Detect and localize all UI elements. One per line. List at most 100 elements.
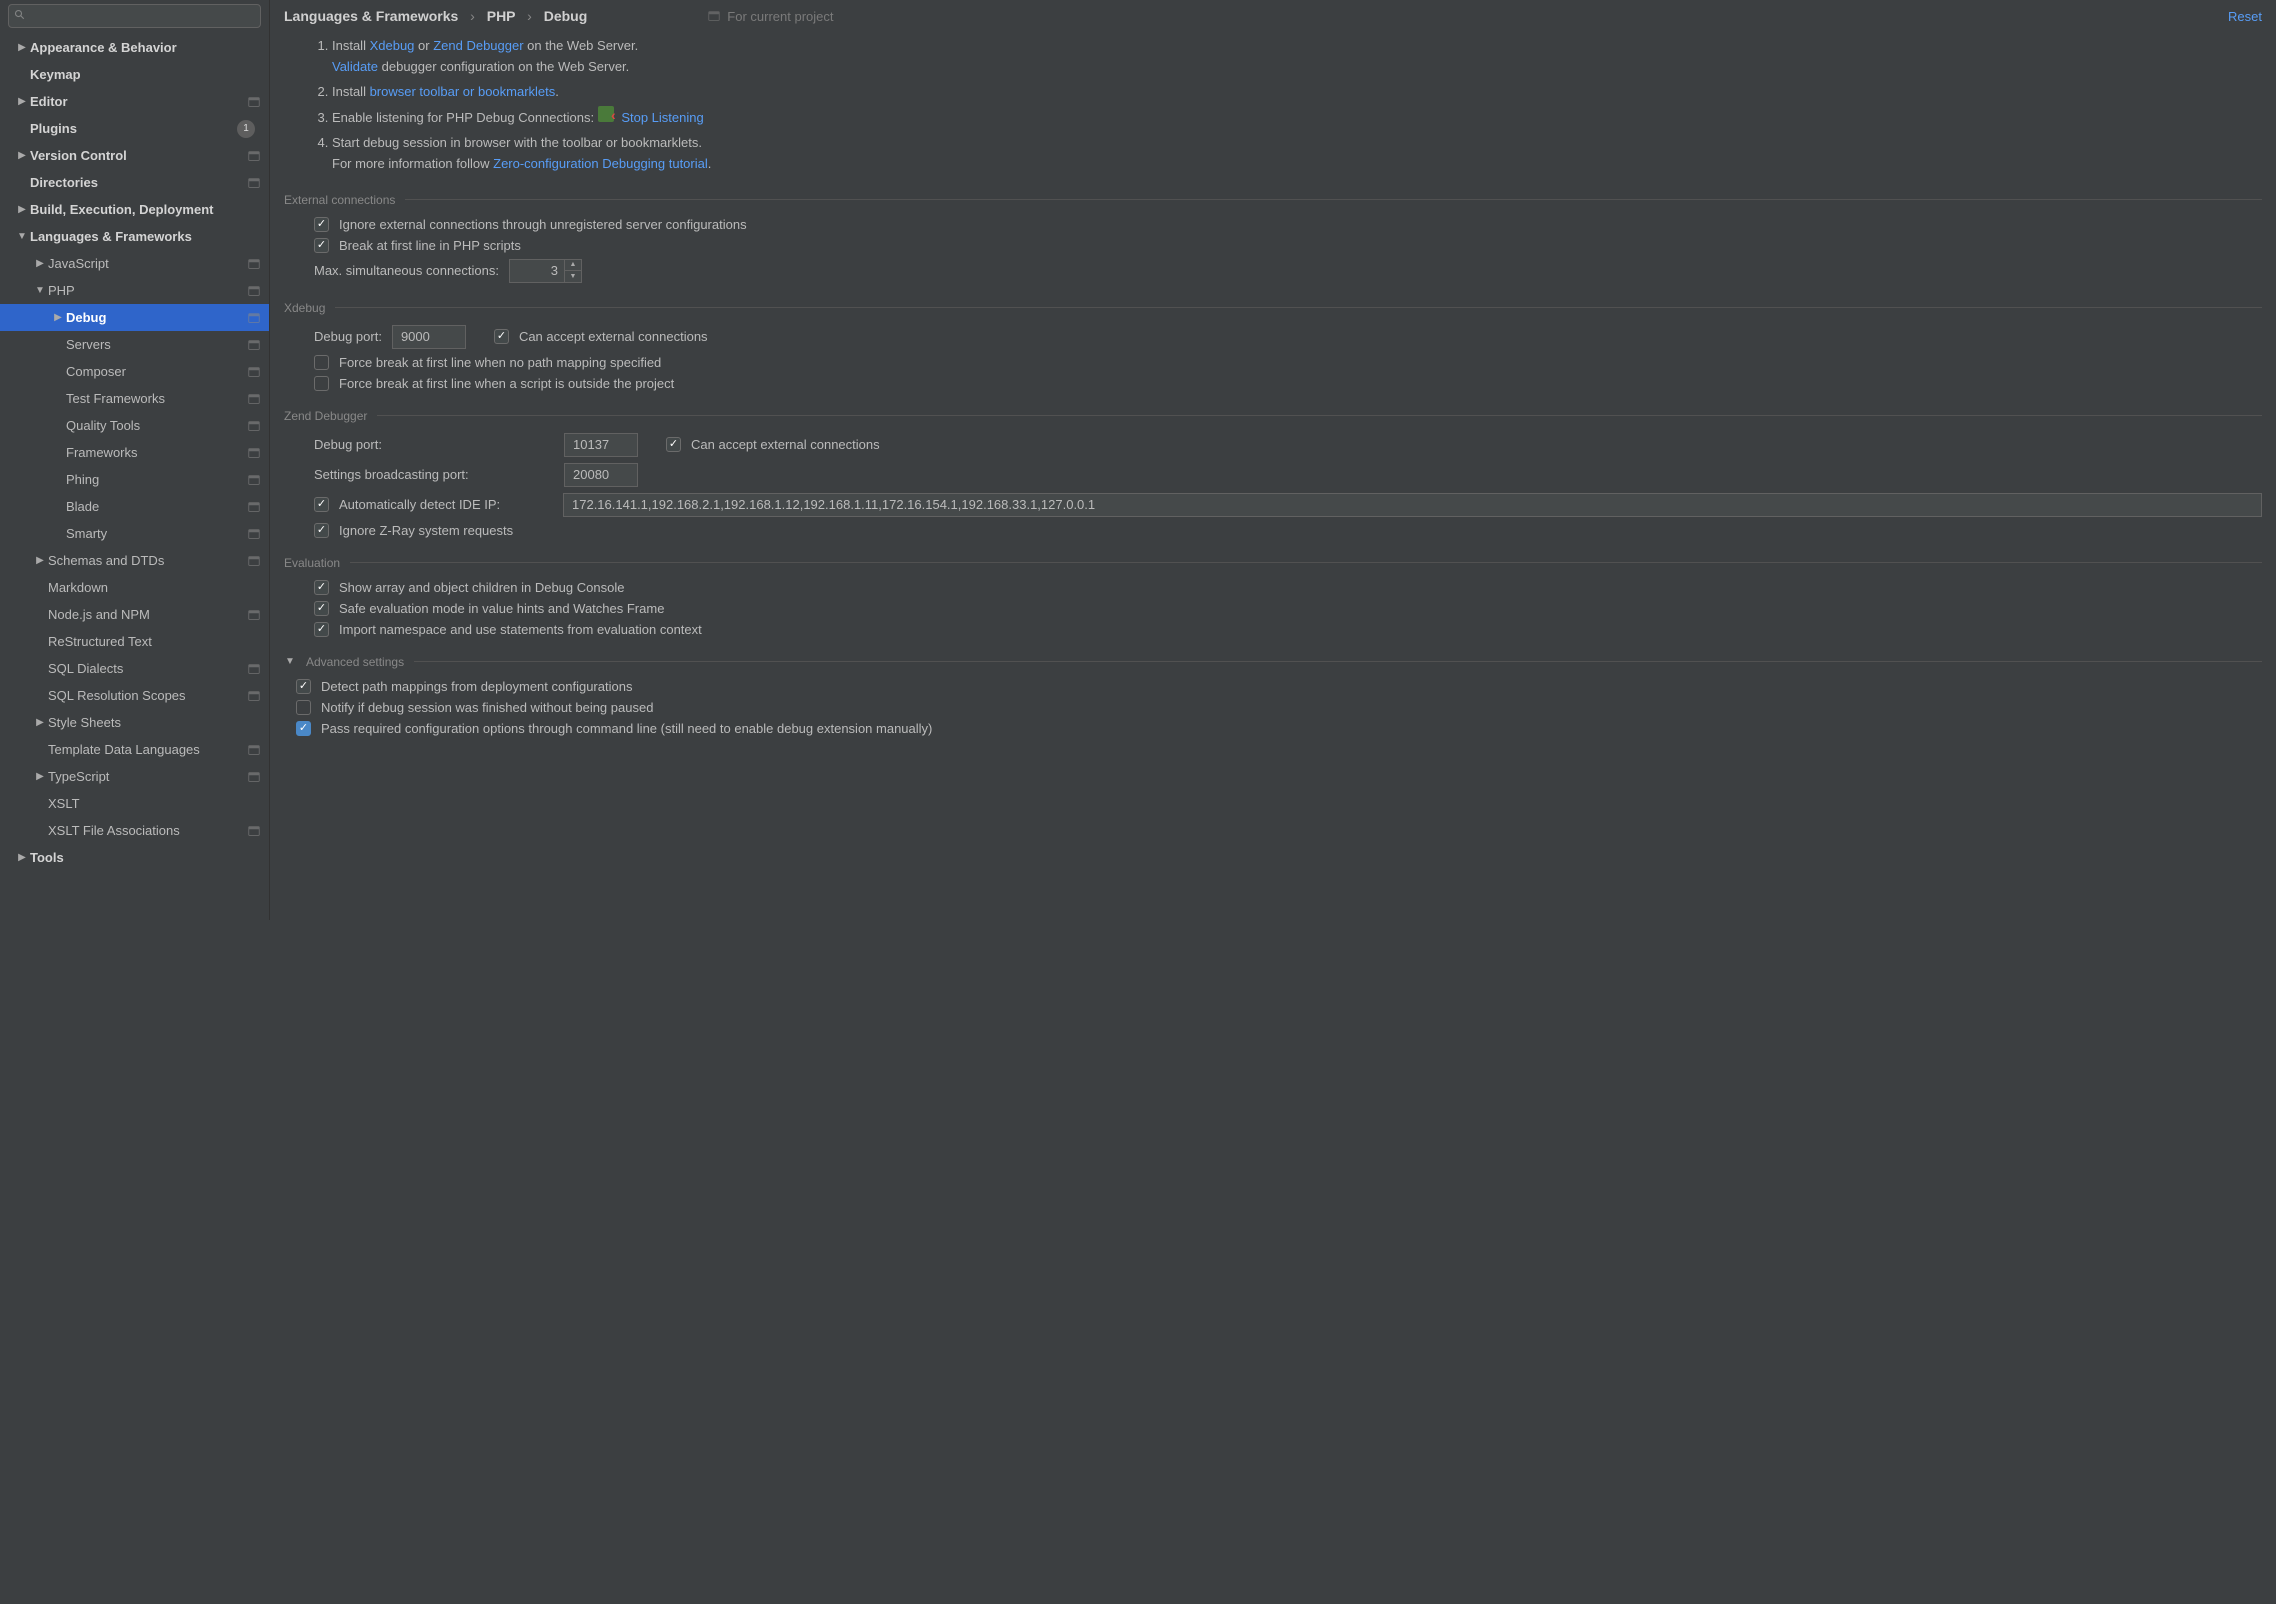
- tree-item-blade[interactable]: Blade: [0, 493, 269, 520]
- project-icon: [247, 824, 261, 838]
- tree-item-keymap[interactable]: Keymap: [0, 61, 269, 88]
- tree-item-editor[interactable]: ▶Editor: [0, 88, 269, 115]
- tree-item-appearance-behavior[interactable]: ▶Appearance & Behavior: [0, 34, 269, 61]
- stop-listening-link[interactable]: Stop Listening: [621, 110, 703, 125]
- input-max-conn[interactable]: [509, 259, 565, 283]
- crumb-sep-icon: ›: [462, 8, 483, 24]
- tree-item-tools[interactable]: ▶Tools: [0, 844, 269, 871]
- tree-item-debug[interactable]: ▶Debug: [0, 304, 269, 331]
- xdebug-link[interactable]: Xdebug: [370, 38, 415, 53]
- tree-label: Blade: [66, 499, 247, 514]
- input-bcast[interactable]: [564, 463, 638, 487]
- tree-item-schemas-and-dtds[interactable]: ▶Schemas and DTDs: [0, 547, 269, 574]
- cb-adv2[interactable]: [296, 700, 311, 715]
- tree-item-xslt[interactable]: XSLT: [0, 790, 269, 817]
- cb-eval1[interactable]: [314, 580, 329, 595]
- tree-item-languages-frameworks[interactable]: ▼Languages & Frameworks: [0, 223, 269, 250]
- crumb-1[interactable]: Languages & Frameworks: [284, 8, 458, 24]
- zend-link[interactable]: Zend Debugger: [433, 38, 523, 53]
- validate-link[interactable]: Validate: [332, 59, 378, 74]
- setup-steps: Install Xdebug or Zend Debugger on the W…: [284, 36, 2262, 175]
- lbl-adv1: Detect path mappings from deployment con…: [321, 679, 632, 694]
- lbl-force2: Force break at first line when a script …: [339, 376, 674, 391]
- cb-zend-accept[interactable]: [666, 437, 681, 452]
- tree-item-quality-tools[interactable]: Quality Tools: [0, 412, 269, 439]
- chevron-up-icon[interactable]: ▲: [565, 260, 581, 271]
- tree-item-typescript[interactable]: ▶TypeScript: [0, 763, 269, 790]
- tree-item-smarty[interactable]: Smarty: [0, 520, 269, 547]
- tree-item-directories[interactable]: Directories: [0, 169, 269, 196]
- tree-item-markdown[interactable]: Markdown: [0, 574, 269, 601]
- project-icon: [707, 9, 721, 23]
- project-icon: [247, 257, 261, 271]
- tree-item-phing[interactable]: Phing: [0, 466, 269, 493]
- step-2: Install browser toolbar or bookmarklets.: [332, 82, 2262, 103]
- crumb-2[interactable]: PHP: [487, 8, 516, 24]
- tree-item-composer[interactable]: Composer: [0, 358, 269, 385]
- tree-label: Appearance & Behavior: [30, 40, 261, 55]
- tree-item-sql-dialects[interactable]: SQL Dialects: [0, 655, 269, 682]
- project-icon: [247, 689, 261, 703]
- cb-xdebug-accept[interactable]: [494, 329, 509, 344]
- tree-label: Editor: [30, 94, 247, 109]
- tree-item-restructured-text[interactable]: ReStructured Text: [0, 628, 269, 655]
- tree-item-plugins[interactable]: Plugins1: [0, 115, 269, 142]
- input-ips[interactable]: [563, 493, 2262, 517]
- chevron-down-icon[interactable]: ▼: [565, 271, 581, 282]
- cb-force2[interactable]: [314, 376, 329, 391]
- section-title-zend: Zend Debugger: [284, 409, 2262, 423]
- tree-item-test-frameworks[interactable]: Test Frameworks: [0, 385, 269, 412]
- tree-item-sql-resolution-scopes[interactable]: SQL Resolution Scopes: [0, 682, 269, 709]
- cb-ignore-external[interactable]: [314, 217, 329, 232]
- tree-item-style-sheets[interactable]: ▶Style Sheets: [0, 709, 269, 736]
- lbl-ignore-external: Ignore external connections through unre…: [339, 217, 747, 232]
- search-input[interactable]: [8, 4, 261, 28]
- tree-label: SQL Dialects: [48, 661, 247, 676]
- tree-item-servers[interactable]: Servers: [0, 331, 269, 358]
- project-icon: [247, 554, 261, 568]
- tree-item-frameworks[interactable]: Frameworks: [0, 439, 269, 466]
- tree-label: Tools: [30, 850, 261, 865]
- project-icon: [247, 419, 261, 433]
- tree-item-javascript[interactable]: ▶JavaScript: [0, 250, 269, 277]
- tree-item-template-data-languages[interactable]: Template Data Languages: [0, 736, 269, 763]
- project-icon: [247, 743, 261, 757]
- tree-item-build-execution-deployment[interactable]: ▶Build, Execution, Deployment: [0, 196, 269, 223]
- spinner-max-conn[interactable]: ▲▼: [565, 259, 582, 283]
- project-icon: [247, 392, 261, 406]
- chevron-right-icon: ▶: [14, 150, 30, 161]
- chevron-right-icon: ▶: [14, 204, 30, 215]
- cb-eval3[interactable]: [314, 622, 329, 637]
- cb-zray[interactable]: [314, 523, 329, 538]
- chevron-right-icon: ▶: [32, 258, 48, 269]
- lbl-eval1: Show array and object children in Debug …: [339, 580, 624, 595]
- cb-adv3[interactable]: [296, 721, 311, 736]
- cb-eval2[interactable]: [314, 601, 329, 616]
- tree-label: Test Frameworks: [66, 391, 247, 406]
- project-icon: [247, 662, 261, 676]
- section-advanced: ▼Advanced settings Detect path mappings …: [284, 655, 2262, 736]
- tree-item-xslt-file-associations[interactable]: XSLT File Associations: [0, 817, 269, 844]
- tree-item-php[interactable]: ▼PHP: [0, 277, 269, 304]
- chevron-down-icon: ▼: [284, 656, 296, 667]
- bookmarklets-link[interactable]: browser toolbar or bookmarklets: [370, 84, 556, 99]
- chevron-down-icon: ▼: [32, 285, 48, 296]
- cb-break-first[interactable]: [314, 238, 329, 253]
- cb-force1[interactable]: [314, 355, 329, 370]
- tree-label: Frameworks: [66, 445, 247, 460]
- tutorial-link[interactable]: Zero-configuration Debugging tutorial: [493, 156, 708, 171]
- chevron-right-icon: ▶: [32, 771, 48, 782]
- project-icon: [247, 770, 261, 784]
- tree-item-version-control[interactable]: ▶Version Control: [0, 142, 269, 169]
- lbl-xdebug-port: Debug port:: [314, 329, 382, 344]
- cb-adv1[interactable]: [296, 679, 311, 694]
- tree-item-node-js-and-npm[interactable]: Node.js and NPM: [0, 601, 269, 628]
- input-xdebug-port[interactable]: [392, 325, 466, 349]
- tree-label: TypeScript: [48, 769, 247, 784]
- tree-label: JavaScript: [48, 256, 247, 271]
- input-zend-port[interactable]: [564, 433, 638, 457]
- lbl-force1: Force break at first line when no path m…: [339, 355, 661, 370]
- reset-link[interactable]: Reset: [2228, 9, 2262, 24]
- section-title-advanced[interactable]: ▼Advanced settings: [284, 655, 2262, 669]
- cb-auto-ip[interactable]: [314, 497, 329, 512]
